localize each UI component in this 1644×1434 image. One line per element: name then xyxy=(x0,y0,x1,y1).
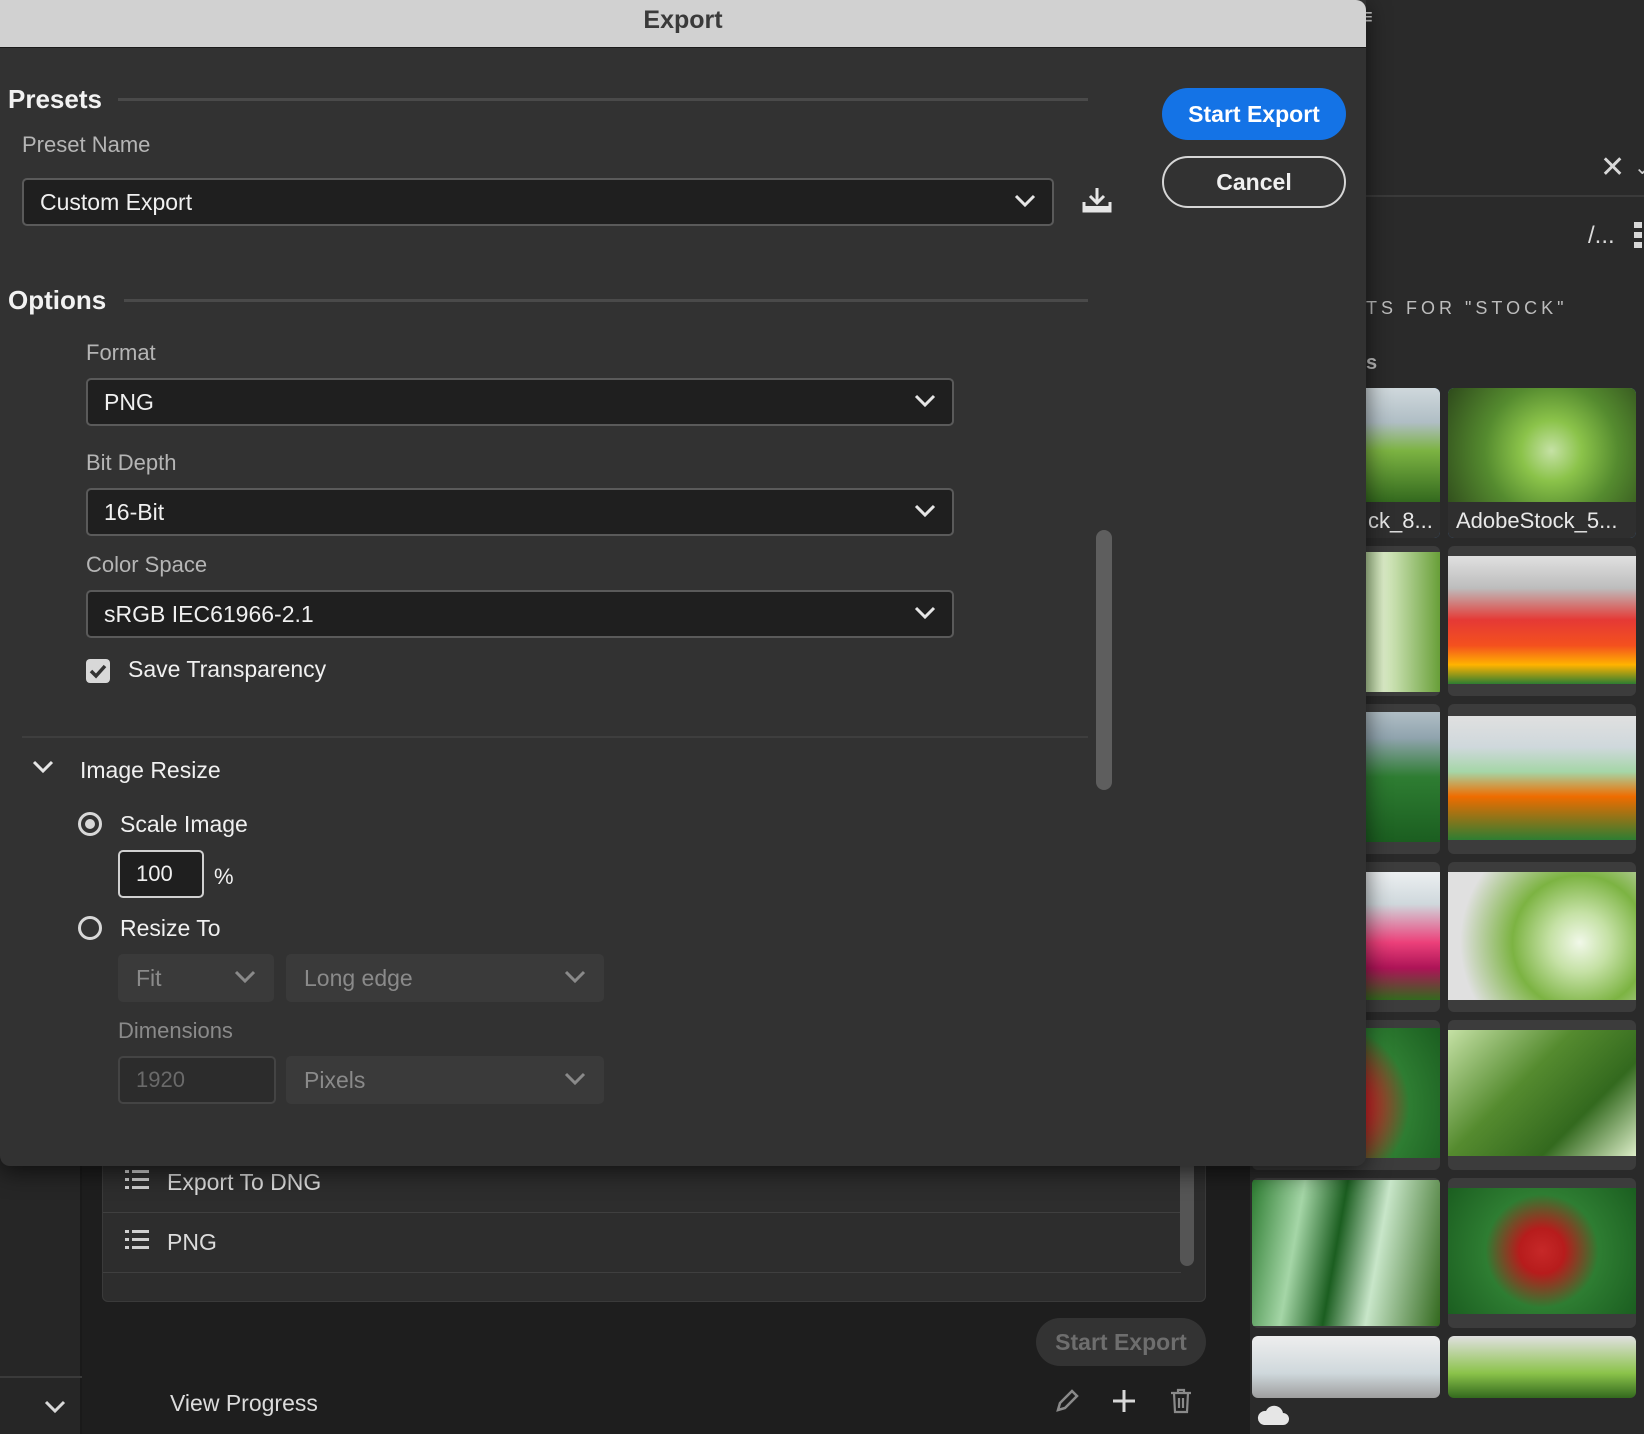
stock-thumbnail[interactable] xyxy=(1448,1178,1636,1328)
options-scrollbar[interactable] xyxy=(1096,530,1112,790)
cloud-icon[interactable] xyxy=(1256,1405,1290,1432)
edge-dropdown[interactable]: Long edge xyxy=(286,954,604,1002)
cancel-button[interactable]: Cancel xyxy=(1162,156,1346,208)
pencil-icon[interactable] xyxy=(1054,1388,1080,1421)
search-results-header: TS FOR "STOCK" xyxy=(1366,298,1568,318)
library-section-label: s xyxy=(1366,352,1378,374)
scale-image-radio[interactable] xyxy=(78,812,102,836)
format-label: Format xyxy=(86,340,156,365)
library-path[interactable]: /... xyxy=(1588,222,1615,250)
left-rail xyxy=(0,1160,82,1434)
options-heading: Options xyxy=(8,285,107,315)
rail-divider xyxy=(0,1376,82,1378)
resize-to-radio[interactable] xyxy=(78,916,102,940)
stock-thumbnail[interactable] xyxy=(1448,1336,1636,1398)
stock-thumbnail[interactable] xyxy=(1448,862,1636,1012)
download-icon[interactable] xyxy=(1082,186,1112,219)
stock-thumbnail[interactable] xyxy=(1252,1178,1440,1328)
units-value: Pixels xyxy=(304,1067,366,1093)
start-export-button-disabled[interactable]: Start Export xyxy=(1036,1318,1206,1366)
list-item-label: PNG xyxy=(167,1229,217,1255)
close-icon[interactable]: ✕ xyxy=(1600,150,1625,185)
scale-image-label: Scale Image xyxy=(120,811,248,837)
chevron-down-icon xyxy=(914,504,936,518)
color-space-label: Color Space xyxy=(86,552,208,577)
chevron-down-icon xyxy=(234,970,256,984)
list-scrollbar[interactable] xyxy=(1180,1160,1194,1266)
dimensions-label: Dimensions xyxy=(118,1018,233,1043)
preset-name-label: Preset Name xyxy=(22,132,151,157)
export-dialog: Export Presets Preset Name Custom Export… xyxy=(0,0,1366,1166)
stock-thumbnail[interactable] xyxy=(1252,1336,1440,1398)
library-divider xyxy=(1366,195,1644,197)
trash-icon[interactable] xyxy=(1170,1388,1192,1421)
chevron-down-icon[interactable] xyxy=(32,760,54,779)
color-space-dropdown[interactable]: sRGB IEC61966-2.1 xyxy=(86,590,954,638)
app-root: ≡ ✕ ⌄ /... TS FOR "STOCK" s ck_8... Adob… xyxy=(0,0,1644,1434)
section-divider xyxy=(22,736,1088,738)
presets-rule xyxy=(118,98,1088,101)
image-resize-heading[interactable]: Image Resize xyxy=(80,757,221,784)
bit-depth-dropdown[interactable]: 16-Bit xyxy=(86,488,954,536)
color-space-value: sRGB IEC61966-2.1 xyxy=(104,601,314,627)
chevron-down-icon xyxy=(914,606,936,620)
preset-list: Export To DNG PNG xyxy=(102,1150,1206,1302)
start-export-button[interactable]: Start Export xyxy=(1162,88,1346,140)
chevron-down-icon[interactable]: ⌄ xyxy=(1634,155,1644,180)
chevron-down-icon[interactable] xyxy=(44,1400,66,1419)
format-dropdown[interactable]: PNG xyxy=(86,378,954,426)
bit-depth-value: 16-Bit xyxy=(104,499,165,525)
stock-thumbnail[interactable]: AdobeStock_5... xyxy=(1448,388,1636,538)
checkmark-icon xyxy=(89,664,107,679)
format-value: PNG xyxy=(104,389,154,415)
dimensions-input[interactable]: 1920 xyxy=(118,1056,276,1104)
scale-percent-input[interactable]: 100 xyxy=(118,850,204,898)
resize-to-label: Resize To xyxy=(120,915,221,941)
bit-depth-label: Bit Depth xyxy=(86,450,177,475)
preset-name-dropdown[interactable]: Custom Export xyxy=(22,178,1054,226)
fit-value: Fit xyxy=(136,965,162,991)
chevron-down-icon xyxy=(564,970,586,984)
more-options-icon[interactable] xyxy=(1634,222,1644,252)
dialog-title: Export xyxy=(0,0,1366,48)
save-transparency-label: Save Transparency xyxy=(128,656,327,682)
chevron-down-icon xyxy=(1014,194,1036,208)
edge-value: Long edge xyxy=(304,965,413,991)
stock-thumbnail[interactable] xyxy=(1448,704,1636,854)
stock-thumbnail[interactable] xyxy=(1448,1020,1636,1170)
list-item[interactable]: PNG xyxy=(103,1213,1181,1273)
plus-icon[interactable] xyxy=(1112,1388,1136,1420)
chevron-down-icon xyxy=(914,394,936,408)
fit-dropdown[interactable]: Fit xyxy=(118,954,274,1002)
stock-thumbnail[interactable] xyxy=(1448,546,1636,696)
list-icon xyxy=(125,1169,151,1197)
view-progress-link[interactable]: View Progress xyxy=(170,1390,318,1417)
list-item-label: Export To DNG xyxy=(167,1169,322,1195)
scale-unit: % xyxy=(214,864,234,889)
options-rule xyxy=(124,299,1088,302)
list-icon xyxy=(125,1229,151,1257)
thumbnail-caption: AdobeStock_5... xyxy=(1448,502,1636,538)
preset-name-value: Custom Export xyxy=(40,189,193,215)
save-transparency-checkbox[interactable] xyxy=(86,659,110,683)
units-dropdown[interactable]: Pixels xyxy=(286,1056,604,1104)
chevron-down-icon xyxy=(564,1072,586,1086)
presets-heading: Presets xyxy=(8,84,102,114)
